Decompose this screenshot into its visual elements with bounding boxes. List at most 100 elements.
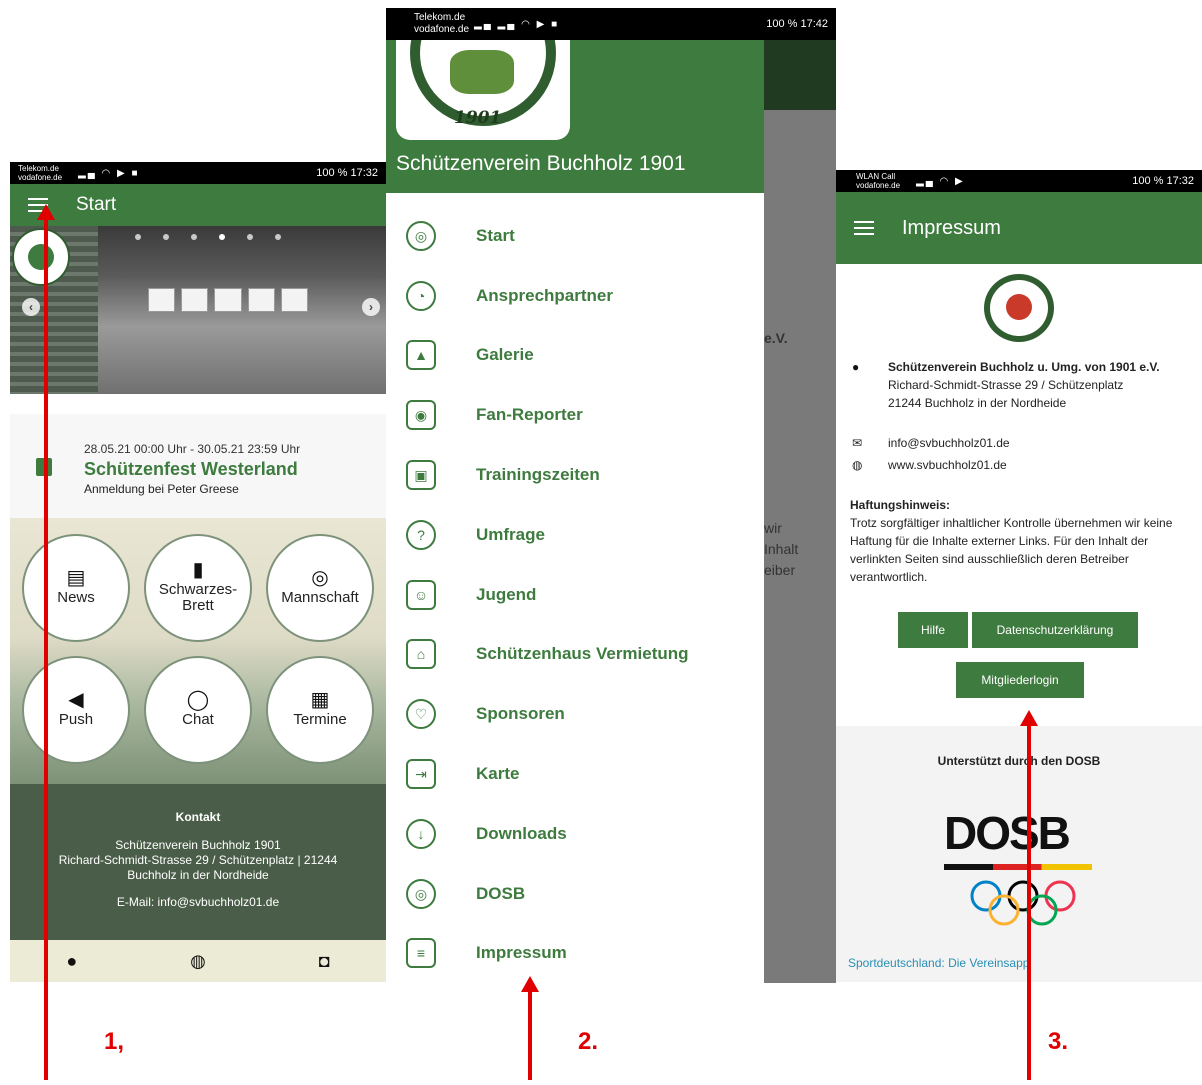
- battery-time: 100 % 17:42: [766, 18, 828, 30]
- menu-label: Ansprechpartner: [476, 285, 613, 305]
- menu-item-impressum[interactable]: ≡ Impressum: [386, 924, 764, 983]
- location-pin-icon: ●: [852, 360, 860, 374]
- slider-next-icon[interactable]: ›: [362, 298, 380, 316]
- instagram-icon[interactable]: ◘: [319, 951, 330, 972]
- menu-label: Start: [476, 225, 515, 245]
- contact-line: Richard-Schmidt-Strasse 29 / Schützenpla…: [58, 853, 338, 867]
- heart-hand-icon: ♡: [406, 699, 436, 730]
- tile-news[interactable]: ▤ News: [22, 534, 130, 642]
- house-icon: ⌂: [406, 639, 436, 670]
- menu-item-schuetzenhaus[interactable]: ⌂ Schützenhaus Vermietung: [386, 625, 764, 685]
- arrow-shaft: [528, 990, 532, 1080]
- image-slider[interactable]: ‹ ›: [10, 226, 386, 394]
- tile-push[interactable]: ◀ Push: [22, 656, 130, 764]
- calendar-icon: ▦: [310, 689, 330, 711]
- menu-label: Impressum: [476, 943, 567, 963]
- people-icon: ◔: [406, 280, 436, 311]
- help-button[interactable]: Hilfe: [898, 612, 968, 648]
- signpost-icon: ⇥: [406, 759, 436, 790]
- status-bar: WLAN Call vodafone.de ▂▄ ◠ ▶ 100 % 17:32: [836, 170, 1202, 192]
- carrier-text: Telekom.de vodafone.de: [18, 164, 63, 182]
- slider-prev-icon[interactable]: ‹: [22, 298, 40, 316]
- menu-label: Fan-Reporter: [476, 405, 583, 425]
- menu-item-umfrage[interactable]: ? Umfrage: [386, 505, 764, 565]
- status-bar: Telekom.de vodafone.de ▂▄ ▂▄ ◠ ▶ ■ 100 %…: [386, 8, 836, 40]
- question-icon: ?: [406, 519, 436, 550]
- clipboard-list-icon: ≡: [406, 938, 436, 969]
- tile-label: News: [57, 589, 95, 606]
- arrow-shaft: [44, 218, 48, 1080]
- tile-chat[interactable]: ◯ Chat: [144, 656, 252, 764]
- dimmed-app-bar: [764, 40, 836, 110]
- tile-schwarzes-brett[interactable]: ▮ Schwarzes-Brett: [144, 534, 252, 642]
- menu-item-fan-reporter[interactable]: ◉ Fan-Reporter: [386, 385, 764, 445]
- club-logo-icon: 1901: [396, 40, 570, 140]
- event-card[interactable]: 28.05.21 00:00 Uhr - 30.05.21 23:59 Uhr …: [10, 414, 386, 518]
- phone-impressum-screen: WLAN Call vodafone.de ▂▄ ◠ ▶ 100 % 17:32…: [836, 170, 1202, 982]
- event-subtitle: Anmeldung bei Peter Greese: [84, 482, 239, 496]
- menu-item-start[interactable]: ◎ Start: [386, 206, 764, 266]
- tile-label: Termine: [293, 711, 347, 728]
- step-number-2: 2.: [578, 1028, 599, 1055]
- megaphone-icon: ◀: [68, 689, 84, 711]
- carrier-text: Telekom.de vodafone.de: [414, 12, 470, 35]
- tile-mannschaft[interactable]: ◎ Mannschaft: [266, 534, 374, 642]
- app-bar: Impressum: [836, 192, 1202, 264]
- dimmed-content[interactable]: e.V. wir Inhalt eiber: [764, 110, 836, 983]
- menu-label: Karte: [476, 764, 520, 784]
- web-link[interactable]: www.svbuchholz01.de: [888, 458, 1007, 472]
- gallery-icon: ▲: [406, 340, 436, 371]
- download-icon: ↓: [406, 818, 436, 849]
- menu-label: Galerie: [476, 345, 534, 365]
- address-city: 21244 Buchholz in der Nordheide: [888, 396, 1067, 410]
- facebook-icon[interactable]: ●: [66, 951, 77, 972]
- member-login-button[interactable]: Mitgliederlogin: [956, 662, 1084, 698]
- newspaper-icon: ▤: [66, 567, 86, 589]
- tile-label: Push: [58, 711, 94, 728]
- drawer-header: 1901 Schützenverein Buchholz 1901: [386, 40, 764, 193]
- menu-item-dosb[interactable]: ◎ DOSB: [386, 864, 764, 924]
- address-street: Richard-Schmidt-Strasse 29 / Schützenpla…: [888, 378, 1124, 392]
- privacy-button[interactable]: Datenschutzerklärung: [972, 612, 1138, 648]
- social-bar: ● ◍ ◘: [10, 940, 386, 982]
- camera-icon: ◉: [406, 400, 436, 431]
- menu-label: Trainingszeiten: [476, 465, 600, 485]
- contact-line: Buchholz in der Nordheide: [127, 868, 269, 882]
- contact-heading: Kontakt: [175, 810, 221, 824]
- club-seal-icon: [984, 274, 1054, 342]
- tile-termine[interactable]: ▦ Termine: [266, 656, 374, 764]
- dosb-flag-stripe: [944, 864, 1092, 870]
- menu-item-ansprechpartner[interactable]: ◔ Ansprechpartner: [386, 266, 764, 326]
- menu-label: Sponsoren: [476, 704, 565, 724]
- menu-label: DOSB: [476, 883, 526, 903]
- navigation-drawer: 1901 Schützenverein Buchholz 1901 ◎ Start…: [386, 40, 764, 983]
- step-number-1: 1,: [104, 1028, 125, 1055]
- page-title: Impressum: [902, 216, 1001, 239]
- web-row[interactable]: ◍ www.svbuchholz01.de: [852, 458, 1007, 472]
- vereinsapp-link[interactable]: Sportdeutschland: Die Vereinsapp: [848, 956, 1029, 970]
- menu-label: Schützenhaus Vermietung: [476, 644, 689, 664]
- email-link[interactable]: info@svbuchholz01.de: [888, 436, 1010, 450]
- menu-item-trainingszeiten[interactable]: ▣ Trainingszeiten: [386, 445, 764, 505]
- event-title: Schützenfest Westerland: [84, 459, 298, 479]
- dimmed-text: wir Inhalt eiber: [764, 520, 799, 578]
- liability-notice: Haftungshinweis: Trotz sorgfältiger inha…: [850, 496, 1190, 586]
- chat-icon: ◯: [186, 689, 210, 711]
- phone-start-screen: Telekom.de vodafone.de ▂▄ ◠ ▶ ■ 100 % 17…: [10, 162, 386, 982]
- email-row[interactable]: ✉ info@svbuchholz01.de: [852, 436, 1010, 450]
- menu-item-galerie[interactable]: ▲ Galerie: [386, 326, 764, 386]
- tutorial-composite: Telekom.de vodafone.de ▂▄ ◠ ▶ ■ 100 % 17…: [0, 0, 1202, 1085]
- menu-item-downloads[interactable]: ↓ Downloads: [386, 804, 764, 864]
- globe-icon[interactable]: ◍: [190, 951, 206, 972]
- menu-item-karte[interactable]: ⇥ Karte: [386, 744, 764, 804]
- app-bar: Start: [10, 184, 386, 226]
- club-name: Schützenverein Buchholz u. Umg. von 1901…: [888, 360, 1160, 374]
- menu-item-jugend[interactable]: ☺ Jugend: [386, 565, 764, 625]
- menu-item-sponsoren[interactable]: ♡ Sponsoren: [386, 684, 764, 744]
- slider-dots[interactable]: [135, 234, 281, 240]
- hamburger-menu-icon[interactable]: [854, 221, 874, 235]
- dosb-section: Unterstützt durch den DOSB DOSB Sportdeu…: [836, 726, 1202, 982]
- contact-email[interactable]: E-Mail: info@svbuchholz01.de: [10, 895, 386, 910]
- badge-icon: ☺: [406, 579, 436, 610]
- target-start-icon: ◎: [406, 220, 436, 251]
